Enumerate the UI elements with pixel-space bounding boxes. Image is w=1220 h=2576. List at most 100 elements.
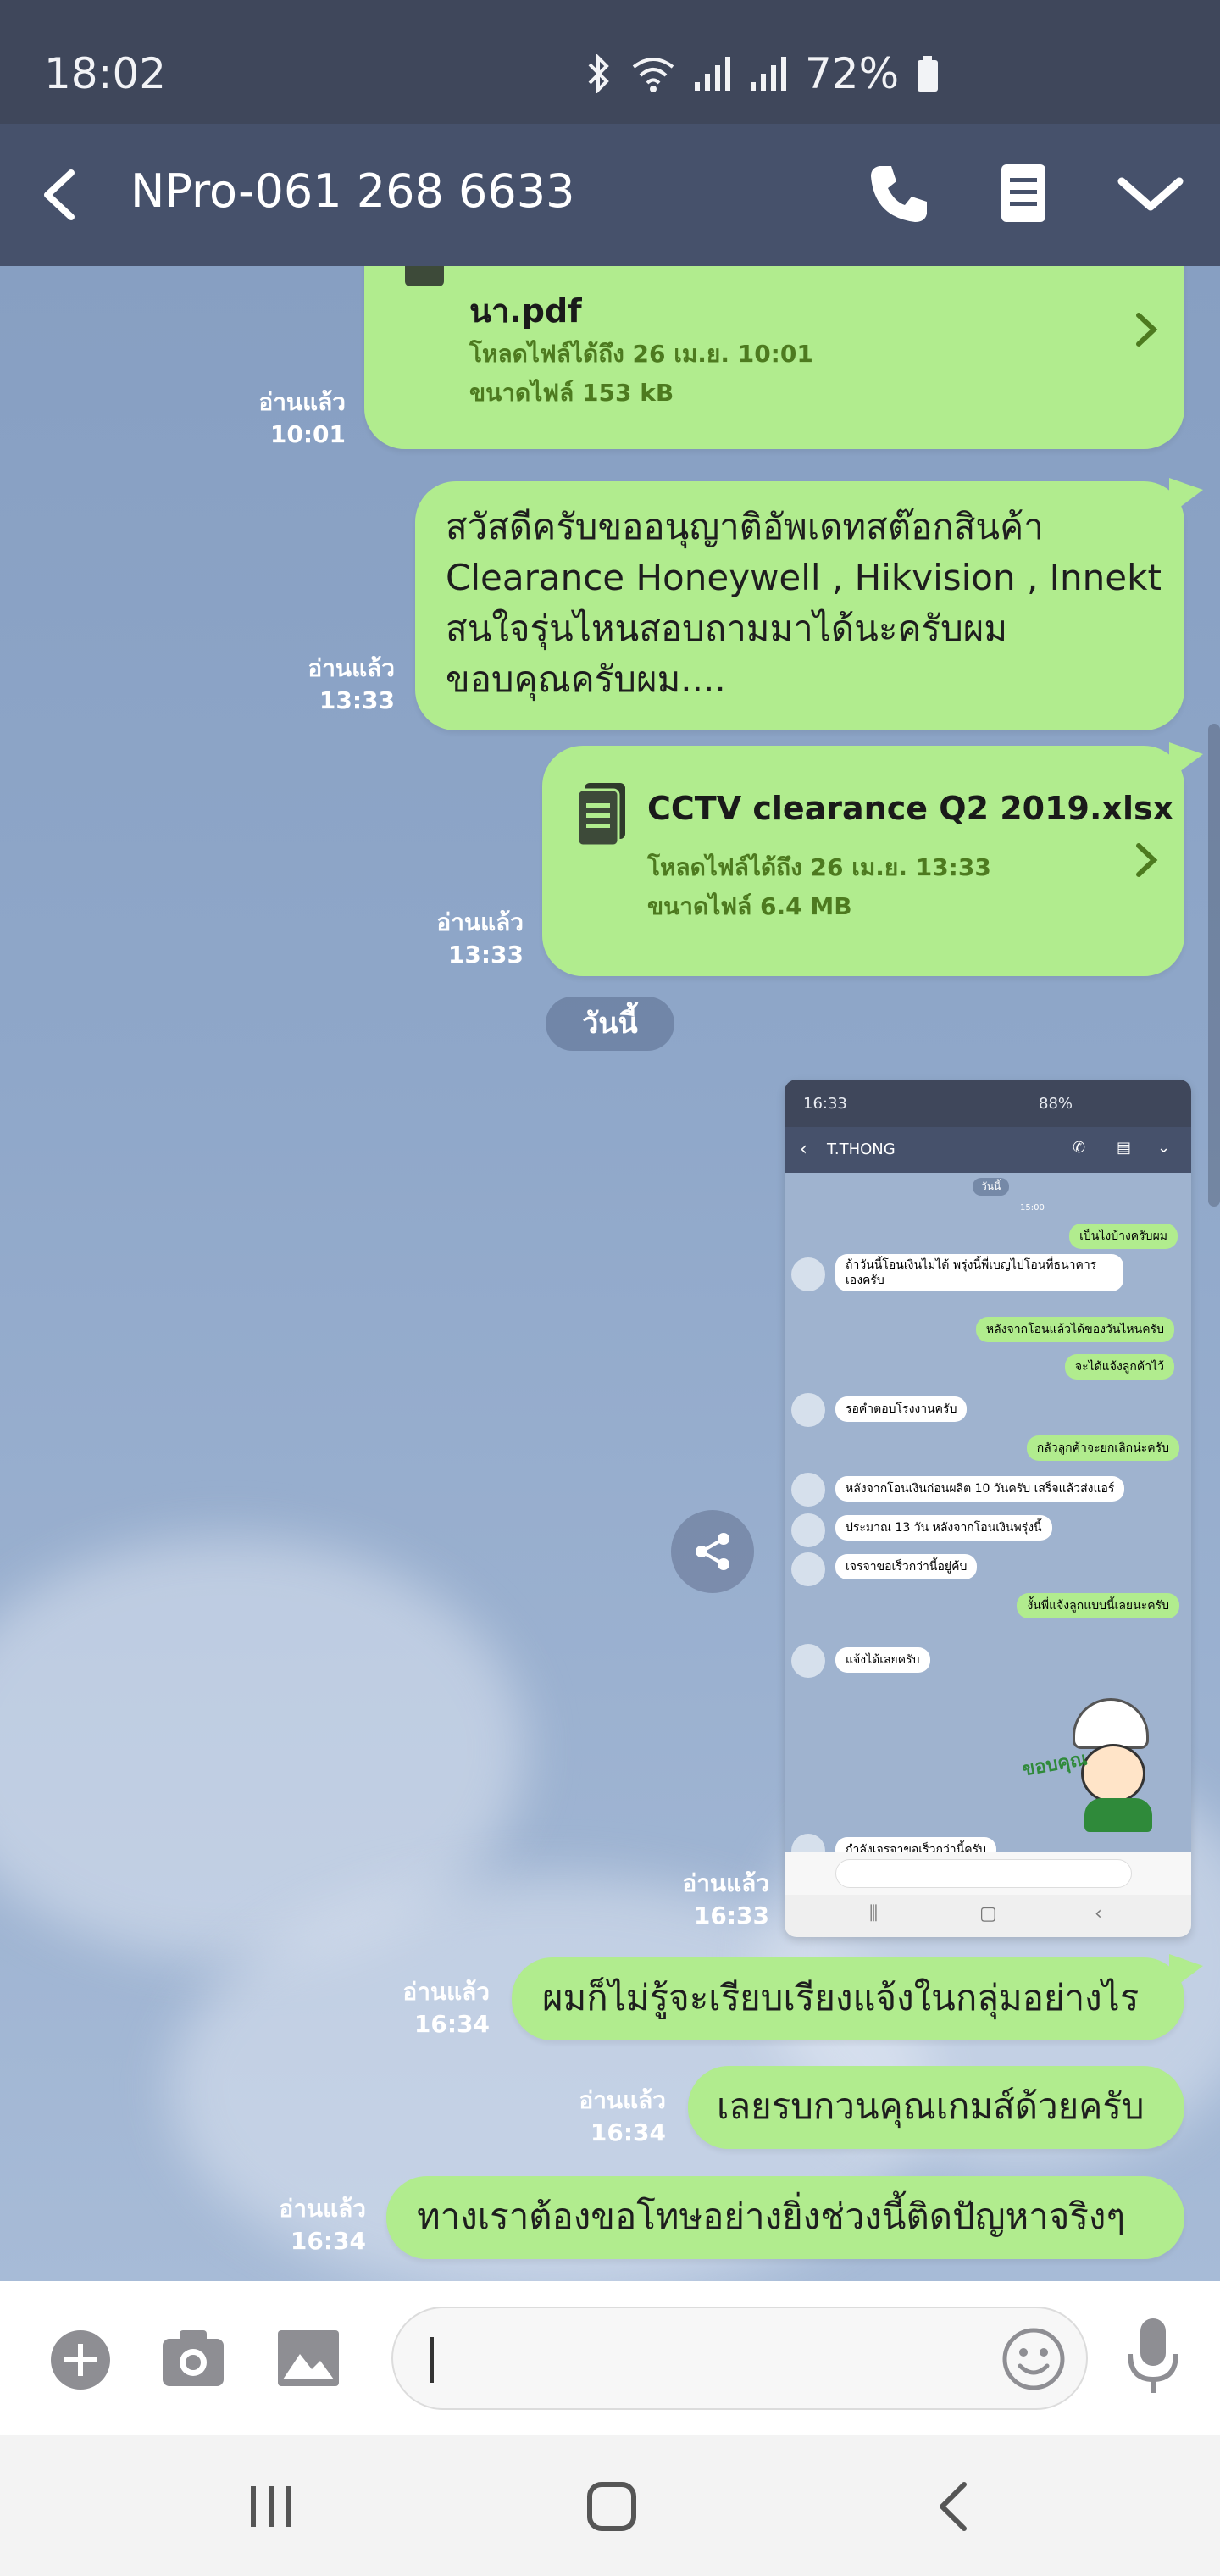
shot-chevron-icon: ⌄ <box>1157 1139 1171 1157</box>
message-line: สวัสดีครับขออนุญาติอัพเดทสต๊อกสินค้า <box>446 506 1044 547</box>
shot-phone-icon: ✆ <box>1073 1139 1086 1157</box>
file-name: นา.pdf <box>469 292 582 330</box>
sticker: ขอบคุณ <box>1020 1690 1183 1834</box>
plus-icon[interactable] <box>49 2329 112 2391</box>
shot-bubble: ถ้าวันนี้โอนเงินไม่ได้ พรุ่งนี้พี่เบญไปโ… <box>835 1254 1123 1291</box>
file-download-until: โหลดไฟล์ได้ถึง 26 เม.ย. 10:01 <box>469 340 813 368</box>
message-line: เลยรบกวนคุณเกมส์ด้วยครับ <box>717 2085 1145 2127</box>
shot-navbar: ⫼ ▢ ‹ <box>785 1895 1191 1937</box>
system-nav-bar <box>0 2435 1220 2576</box>
file-name: CCTV clearance Q2 2019.xlsx <box>647 790 1174 827</box>
status-time: 18:02 <box>44 49 167 98</box>
text-message[interactable]: ทางเราต้องขอโทษอย่างยิ่งช่วงนี้ติดปัญหาจ… <box>386 2176 1184 2259</box>
file-message[interactable]: นา.pdf โหลดไฟล์ได้ถึง 26 เม.ย. 10:01 ขนา… <box>364 266 1184 449</box>
camera-icon[interactable] <box>161 2327 225 2388</box>
text-message[interactable]: เลยรบกวนคุณเกมส์ด้วยครับ <box>688 2066 1184 2149</box>
text-message[interactable]: สวัสดีครับขออนุญาติอัพเดทสต๊อกสินค้า Cle… <box>415 478 1203 730</box>
message-meta: อ่านแล้ว 13:33 <box>269 652 395 717</box>
read-receipt: อ่านแล้ว <box>308 654 395 682</box>
message-time: 13:33 <box>447 941 524 969</box>
file-download-until: โหลดไฟล์ได้ถึง 26 เม.ย. 13:33 <box>647 853 991 881</box>
shot-bubble: งั้นพี่แจ้งลูกแบบนี้เลยนะครับ <box>1017 1593 1179 1618</box>
message-time: 16:33 <box>693 1901 769 1929</box>
share-icon <box>696 1533 729 1570</box>
message-meta: อ่านแล้ว 16:34 <box>541 2085 666 2149</box>
sticker-text: ขอบคุณ <box>1020 1748 1090 1781</box>
signal-icon <box>695 57 730 91</box>
phone-icon[interactable] <box>862 158 934 229</box>
shot-header: ‹ T.THONG ✆ ▤ ⌄ <box>785 1127 1191 1173</box>
shot-chip-time: 15:00 <box>1020 1203 1045 1213</box>
shot-bubble: หลังจากโอนเงินก่อนผลิต 10 วันครับ เสร็จแ… <box>835 1476 1125 1502</box>
chat-header: NPro-061 268 6633 <box>0 124 1220 266</box>
read-receipt: อ่านแล้ว <box>682 1869 769 1897</box>
shot-battery: 88% <box>1039 1095 1073 1113</box>
file-message[interactable]: CCTV clearance Q2 2019.xlsx โหลดไฟล์ได้ถ… <box>542 742 1203 976</box>
shot-chat: วันนี้ 15:00 เป็นไงบ้างครับผม ถ้าวันนี้โ… <box>785 1173 1191 1868</box>
back-arrow-icon[interactable] <box>34 159 88 230</box>
read-receipt: อ่านแล้ว <box>436 908 524 936</box>
message-meta: อ่านแล้ว 10:01 <box>220 386 346 451</box>
shot-status-bar: 16:33 88% <box>785 1080 1191 1127</box>
message-time: 16:34 <box>290 2227 366 2255</box>
message-time: 13:33 <box>319 686 395 714</box>
shot-bubble: ประมาณ 13 วัน หลังจากโอนเงินพรุ่งนี้ <box>835 1515 1052 1541</box>
chat-area[interactable]: นา.pdf โหลดไฟล์ได้ถึง 26 เม.ย. 10:01 ขนา… <box>0 266 1220 2281</box>
shot-avatar <box>791 1644 825 1678</box>
read-receipt: อ่านแล้ว <box>579 2086 666 2114</box>
message-line: ขอบคุณครับผม.... <box>446 658 726 700</box>
message-meta: อ่านแล้ว 16:34 <box>241 2193 366 2257</box>
shot-back-icon: ‹ <box>800 1139 807 1160</box>
status-icons: 72% <box>583 49 940 98</box>
chevron-right-icon <box>1136 843 1158 877</box>
message-time: 10:01 <box>269 420 346 448</box>
signal-icon <box>751 57 786 91</box>
message-time: 16:34 <box>413 2010 490 2038</box>
shot-memo-icon: ▤ <box>1117 1139 1132 1157</box>
message-meta: อ่านแล้ว 16:34 <box>364 1976 490 2040</box>
memo-icon[interactable] <box>988 158 1059 229</box>
message-time: 16:34 <box>590 2118 666 2146</box>
message-input[interactable] <box>391 2307 1088 2410</box>
file-size: ขนาดไฟล์ 6.4 MB <box>647 892 852 920</box>
shot-title: T.THONG <box>827 1141 896 1158</box>
shot-avatar <box>791 1513 825 1547</box>
share-button[interactable] <box>671 1510 754 1593</box>
read-receipt: อ่านแล้ว <box>402 1978 490 2006</box>
chevron-right-icon <box>1136 313 1158 347</box>
shot-composer <box>785 1852 1191 1895</box>
back-nav-icon[interactable] <box>932 2479 974 2534</box>
message-meta: อ่านแล้ว 13:33 <box>398 907 524 971</box>
battery-percent: 72% <box>805 49 900 98</box>
scrollbar-thumb[interactable] <box>1208 724 1220 1207</box>
shot-date-chip: วันนี้ <box>973 1178 1010 1196</box>
recents-icon[interactable] <box>246 2483 297 2530</box>
bluetooth-icon <box>588 54 609 93</box>
text-message[interactable]: ผมก็ไม่รู้จะเรียบเรียงแจ้งในกลุ่มอย่างไร <box>512 1954 1203 2040</box>
shot-bubble: จะได้แจ้งลูกค้าไว้ <box>1064 1354 1174 1380</box>
date-separator: วันนี้ <box>546 997 674 1051</box>
chevron-down-icon[interactable] <box>1115 158 1186 229</box>
shot-bubble: เจรจาขอเร็วกว่านี้อยู่ค้บ <box>835 1554 978 1579</box>
read-receipt: อ่านแล้ว <box>258 388 346 416</box>
mic-icon[interactable] <box>1123 2317 1183 2398</box>
image-message[interactable]: 16:33 88% ‹ T.THONG ✆ ▤ ⌄ วันนี้ 15:00 เ… <box>785 1080 1191 1937</box>
document-icon <box>576 783 625 847</box>
shot-avatar <box>791 1393 825 1427</box>
message-line: Clearance Honeywell , Hikvision , Innekt <box>446 557 1162 598</box>
shot-time: 16:33 <box>803 1095 847 1113</box>
read-receipt: อ่านแล้ว <box>279 2195 366 2223</box>
shot-bubble: กลัวลูกค้าจะยกเลิกน่ะครับ <box>1026 1435 1179 1461</box>
message-composer <box>0 2281 1220 2435</box>
image-icon[interactable] <box>276 2329 341 2388</box>
home-icon[interactable] <box>585 2479 639 2534</box>
shot-bubble: เป็นไงบ้างครับผม <box>1069 1224 1178 1249</box>
emoji-icon[interactable] <box>1000 2325 1068 2393</box>
message-line: ทางเราต้องขอโทษอย่างยิ่งช่วงนี้ติดปัญหาจ… <box>417 2196 1126 2237</box>
shot-avatar <box>791 1473 825 1507</box>
message-line: ผมก็ไม่รู้จะเรียบเรียงแจ้งในกลุ่มอย่างไร <box>542 1977 1140 2018</box>
shot-avatar <box>791 1552 825 1586</box>
shot-bubble: แจ้งได้เลยครับ <box>835 1647 930 1673</box>
wifi-icon <box>632 58 674 92</box>
message-meta: อ่านแล้ว 16:33 <box>663 1868 769 1932</box>
